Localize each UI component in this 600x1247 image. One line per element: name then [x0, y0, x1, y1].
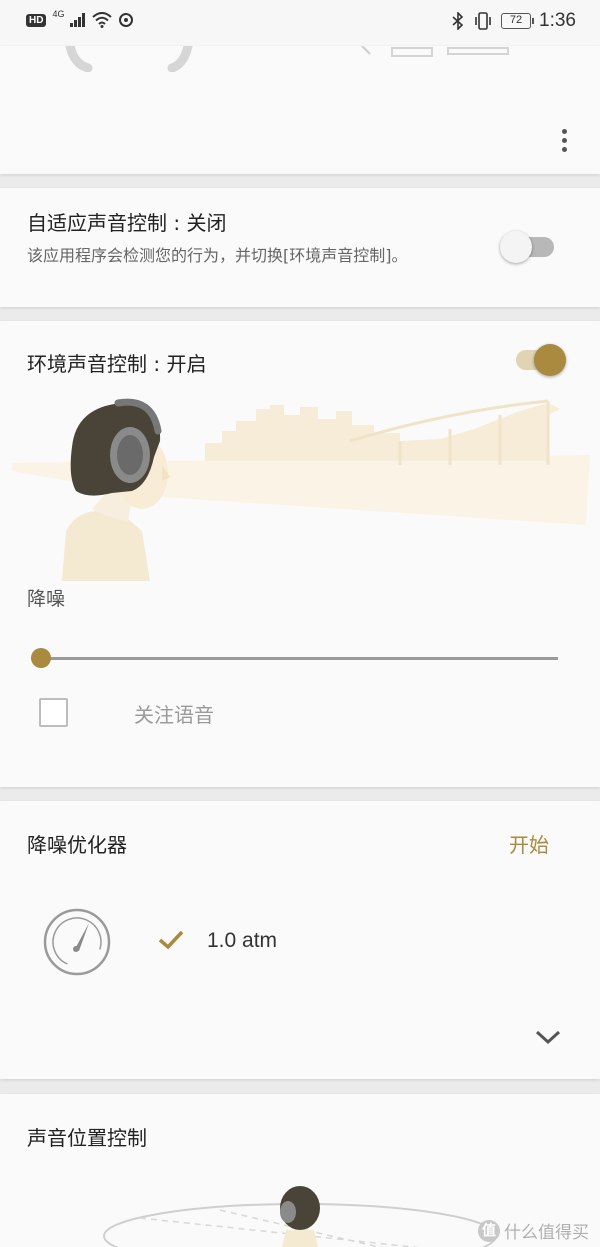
watermark-text: 什么值得买 [504, 1223, 589, 1243]
nc-optimizer-title: 降噪优化器 [27, 833, 127, 857]
ambient-sound-illustration [12, 398, 590, 581]
adaptive-sound-toggle[interactable] [500, 230, 556, 264]
pressure-value: 1.0 atm [207, 929, 278, 952]
wifi-icon [92, 12, 113, 28]
clock: 1:36 [539, 10, 576, 31]
status-bar: HD 4G 72 1:36 [0, 0, 600, 46]
device-header-card [0, 46, 600, 174]
chevron-down-icon[interactable] [534, 1027, 562, 1047]
adaptive-sound-description: 该应用程序会检测您的行为，并切换[环境声音控制]。 [27, 246, 408, 265]
overflow-dot [561, 146, 567, 152]
bluetooth-icon [452, 12, 464, 30]
network-type: 4G [52, 9, 65, 19]
ambient-sound-toggle[interactable] [512, 343, 568, 377]
noise-mode-label: 降噪 [27, 588, 66, 610]
overflow-dot [561, 128, 567, 134]
start-optimizer-button[interactable]: 开始 [509, 829, 549, 858]
nc-optimizer-card: 降噪优化器 开始 1.0 atm [0, 801, 600, 1079]
ambient-level-slider-thumb[interactable] [31, 648, 51, 668]
signal-icon [70, 13, 86, 27]
watermark: 值 什么值得买 [478, 1218, 589, 1243]
focus-voice-label: 关注语音 [134, 703, 214, 727]
adaptive-sound-title: 自适应声音控制 : 关闭 [27, 211, 227, 235]
overflow-dot [561, 137, 567, 143]
battery-indicator: 72 [501, 13, 535, 29]
focus-voice-checkbox[interactable] [39, 698, 68, 727]
vibrate-icon [475, 12, 491, 30]
overflow-menu-button[interactable] [552, 124, 576, 156]
ambient-sound-card: 环境声音控制 : 开启 降噪 关注语音 [0, 321, 600, 787]
pressure-gauge-icon [43, 908, 111, 976]
sound-position-illustration [103, 1186, 497, 1247]
ambient-level-slider-track[interactable] [40, 657, 558, 660]
hd-badge: HD [26, 13, 47, 27]
toggle-thumb [534, 344, 566, 376]
ambient-sound-title: 环境声音控制 : 开启 [27, 352, 207, 376]
sound-position-title: 声音位置控制 [27, 1126, 147, 1150]
sync-icon [119, 13, 134, 27]
watermark-logo: 值 [478, 1219, 500, 1242]
adaptive-sound-card: 自适应声音控制 : 关闭 该应用程序会检测您的行为，并切换[环境声音控制]。 [0, 188, 600, 307]
check-icon [158, 930, 184, 950]
headphones-illustration [65, 46, 509, 72]
toggle-thumb [500, 231, 532, 263]
